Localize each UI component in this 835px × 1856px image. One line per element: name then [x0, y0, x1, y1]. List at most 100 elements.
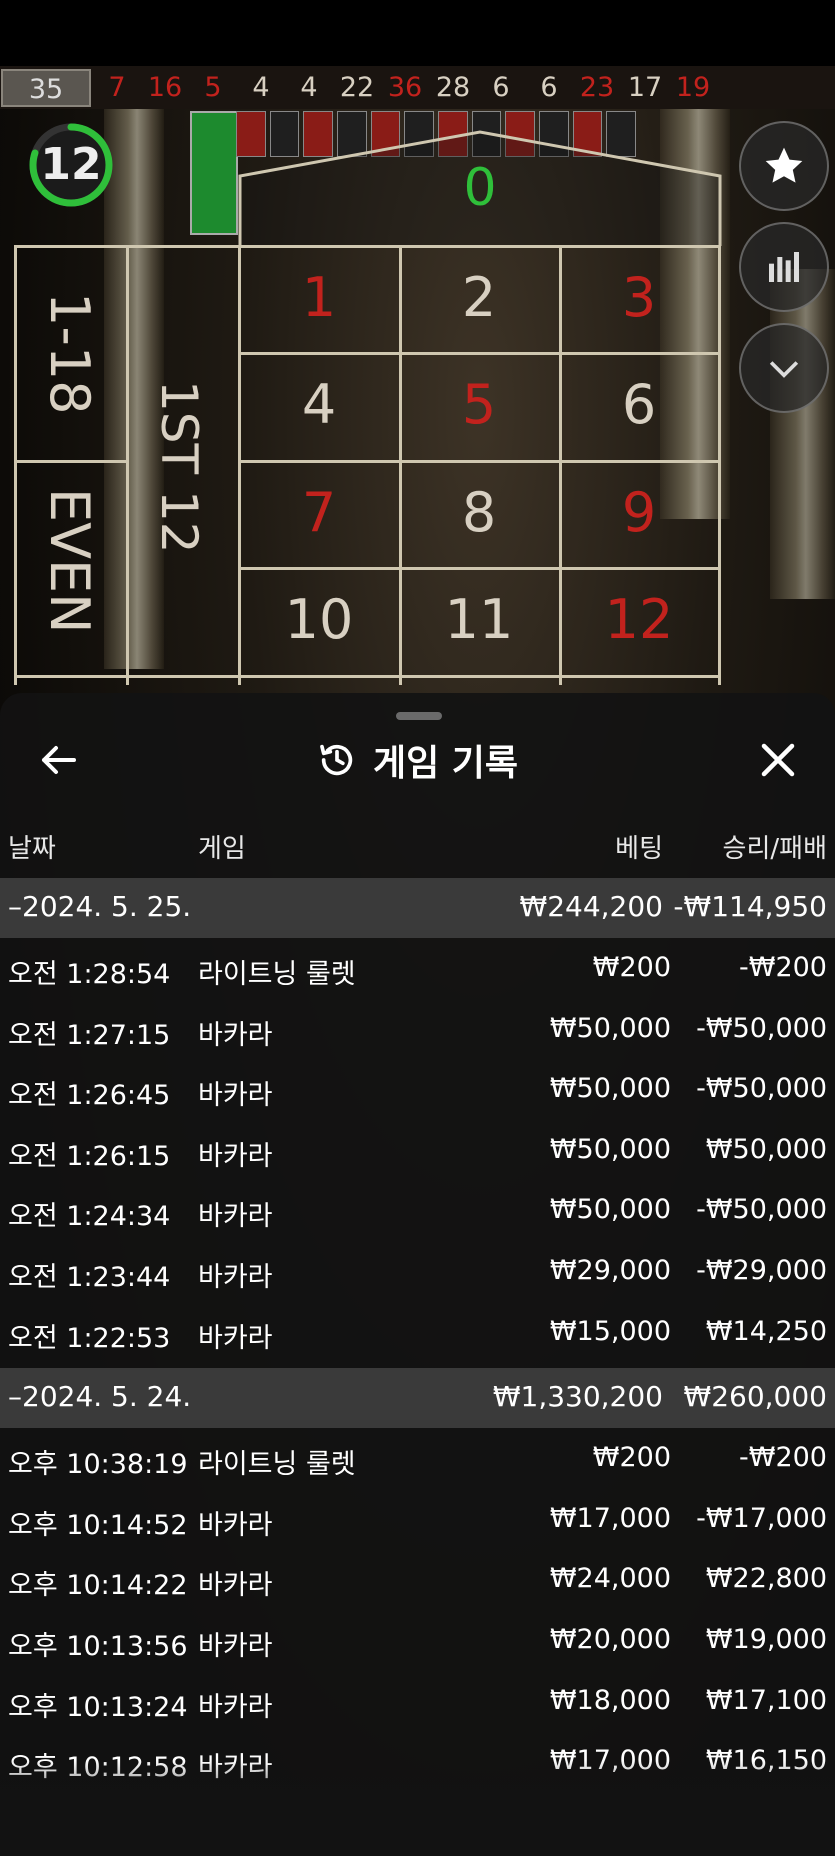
- history-number: 23: [579, 72, 615, 103]
- row-time: 오전 1:27:15: [8, 1019, 171, 1051]
- row-time: 오전 1:26:45: [8, 1080, 171, 1112]
- row-game: 바카라: [198, 1080, 273, 1112]
- row-result: -₩17,000: [696, 1502, 827, 1534]
- history-row[interactable]: 오전 1:23:44 바카라 ₩29,000 -₩29,000: [0, 1247, 835, 1299]
- row-result: ₩22,800: [705, 1563, 827, 1595]
- chevron-down-icon: [769, 361, 799, 378]
- result-history-strip: 35 7 16 5 4 4 22 36 28 6 6 23 17 19: [0, 66, 835, 109]
- row-game: 라이트닝 룰렛: [198, 959, 356, 990]
- row-time: 오전 1:24:34: [8, 1201, 171, 1233]
- row-bet: ₩29,000: [549, 1255, 671, 1286]
- row-result: -₩200: [739, 952, 827, 983]
- row-time: 오후 10:13:24: [8, 1691, 188, 1723]
- history-row[interactable]: 오후 10:14:52 바카라 ₩17,000 -₩17,000: [0, 1495, 835, 1547]
- row-bet: ₩18,000: [549, 1684, 671, 1716]
- history-row[interactable]: 오전 1:27:15 바카라 ₩50,000 -₩50,000: [0, 1005, 835, 1057]
- bet-number-10[interactable]: 10: [240, 588, 398, 651]
- row-result: -₩50,000: [696, 1073, 827, 1105]
- favorite-button[interactable]: [739, 121, 829, 211]
- group-result-total: ₩260,000: [683, 1380, 827, 1414]
- row-time: 오후 10:14:22: [8, 1570, 188, 1602]
- history-number: 5: [204, 72, 222, 103]
- panel-title: 게임 기록: [0, 730, 835, 790]
- close-icon: [761, 743, 795, 777]
- date-group-header[interactable]: –2024. 5. 24. ₩1,330,200 ₩260,000: [0, 1368, 835, 1429]
- bet-number-9[interactable]: 9: [560, 481, 718, 544]
- history-row[interactable]: 오전 1:28:54 라이트닝 룰렛 ₩200 -₩200: [0, 944, 835, 996]
- history-number: 4: [300, 72, 318, 103]
- group-date: –2024. 5. 24.: [8, 1380, 192, 1414]
- panel-title-text: 게임 기록: [372, 743, 518, 784]
- column-header-game: 게임: [198, 834, 246, 864]
- history-row[interactable]: 오후 10:14:22 바카라 ₩24,000 ₩22,800: [0, 1555, 835, 1607]
- row-bet: ₩50,000: [549, 1012, 671, 1044]
- row-game: 바카라: [198, 1570, 273, 1602]
- row-game: 바카라: [198, 1322, 273, 1354]
- bet-number-2[interactable]: 2: [400, 266, 558, 329]
- history-row[interactable]: 오후 10:13:24 바카라 ₩18,000 ₩17,100: [0, 1677, 835, 1729]
- bet-number-1[interactable]: 1: [240, 266, 398, 329]
- close-button[interactable]: [756, 738, 800, 782]
- row-game: 바카라: [198, 1691, 273, 1723]
- history-row[interactable]: 오전 1:22:53 바카라 ₩15,000 ₩14,250: [0, 1308, 835, 1360]
- group-result-total: -₩114,950: [673, 890, 827, 923]
- statistics-button[interactable]: [739, 222, 829, 312]
- row-time: 오후 10:14:52: [8, 1509, 188, 1541]
- bet-number-12[interactable]: 12: [560, 588, 718, 651]
- bet-number-5[interactable]: 5: [400, 373, 558, 436]
- history-icon: [317, 740, 357, 780]
- bet-number-4[interactable]: 4: [240, 373, 398, 436]
- row-time: 오전 1:28:54: [8, 959, 171, 990]
- group-bet-total: ₩244,200: [519, 890, 663, 923]
- row-bet: ₩24,000: [549, 1563, 671, 1595]
- history-number: 7: [108, 72, 126, 103]
- row-game: 바카라: [198, 1509, 273, 1541]
- history-row[interactable]: 오후 10:13:56 바카라 ₩20,000 ₩19,000: [0, 1616, 835, 1668]
- history-row[interactable]: 오전 1:24:34 바카라 ₩50,000 -₩50,000: [0, 1186, 835, 1238]
- row-result: -₩200: [739, 1442, 827, 1474]
- row-result: ₩19,000: [705, 1624, 827, 1655]
- history-row[interactable]: 오전 1:26:45 바카라 ₩50,000 -₩50,000: [0, 1065, 835, 1117]
- history-number: 16: [147, 72, 183, 103]
- row-bet: ₩200: [592, 1442, 671, 1474]
- bet-number-6[interactable]: 6: [560, 373, 718, 436]
- row-time: 오전 1:26:15: [8, 1140, 171, 1172]
- group-date: –2024. 5. 25.: [8, 890, 192, 923]
- pillar-far-right: [770, 269, 835, 599]
- row-bet: ₩50,000: [549, 1194, 671, 1226]
- row-result: ₩50,000: [705, 1133, 827, 1165]
- even-bet-label[interactable]: EVEN: [38, 488, 101, 634]
- row-bet: ₩17,000: [549, 1502, 671, 1534]
- row-bet: ₩20,000: [549, 1624, 671, 1655]
- bet-number-3[interactable]: 3: [560, 266, 718, 329]
- row-result: ₩17,100: [705, 1684, 827, 1716]
- bet-number-8[interactable]: 8: [400, 481, 558, 544]
- date-group-header[interactable]: –2024. 5. 25. ₩244,200 -₩114,950: [0, 878, 835, 938]
- row-result: ₩14,250: [705, 1315, 827, 1347]
- row-result: -₩29,000: [696, 1255, 827, 1286]
- history-number: 19: [675, 72, 711, 103]
- row-result: -₩50,000: [696, 1194, 827, 1226]
- star-icon: [765, 147, 803, 183]
- row-game: 바카라: [198, 1019, 273, 1051]
- column-header-result: 승리/패배: [722, 834, 827, 864]
- row-bet: ₩200: [592, 952, 671, 983]
- row-time: 오전 1:22:53: [8, 1322, 171, 1354]
- first-dozen-label[interactable]: 1ST 12: [150, 380, 208, 554]
- history-row[interactable]: 오후 10:38:19 라이트닝 룰렛 ₩200 -₩200: [0, 1434, 835, 1486]
- row-game: 바카라: [198, 1201, 273, 1233]
- history-number: 6: [492, 72, 510, 103]
- row-game: 바카라: [198, 1262, 273, 1293]
- zero-slot: [190, 111, 238, 235]
- row-time: 오전 1:23:44: [8, 1262, 171, 1293]
- collapse-button[interactable]: [739, 323, 829, 413]
- panel-drag-handle[interactable]: [396, 712, 442, 720]
- column-header-bet: 베팅: [615, 834, 663, 864]
- list-fade-overlay: [0, 1760, 835, 1856]
- bet-number-7[interactable]: 7: [240, 481, 398, 544]
- countdown-timer-value: 12: [40, 139, 102, 190]
- row-game: 바카라: [198, 1631, 273, 1662]
- low-bet-label[interactable]: 1-18: [38, 292, 101, 415]
- bet-number-11[interactable]: 11: [400, 588, 558, 651]
- history-row[interactable]: 오전 1:26:15 바카라 ₩50,000 ₩50,000: [0, 1126, 835, 1178]
